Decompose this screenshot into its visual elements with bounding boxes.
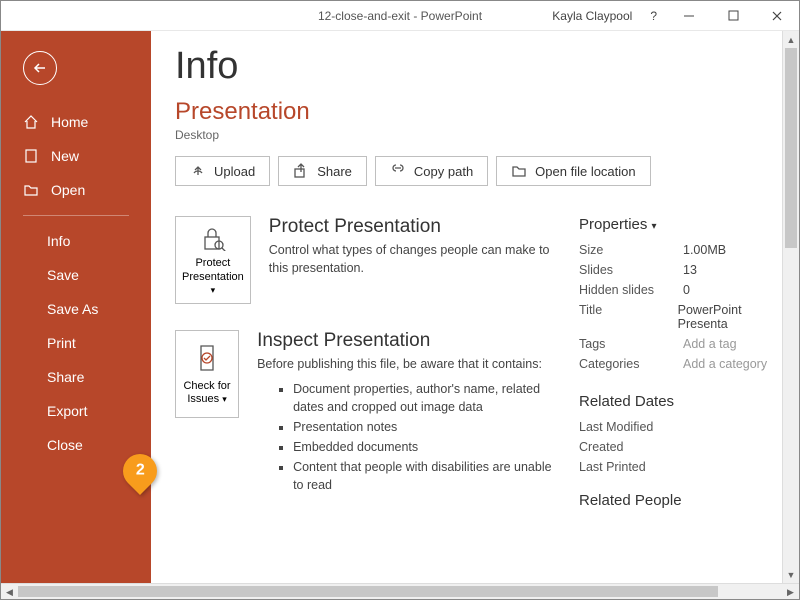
sidebar-item-home[interactable]: Home [1,105,151,139]
protect-presentation-tile[interactable]: Protect Presentation ▾ [175,216,251,304]
link-icon [390,164,406,178]
horizontal-scrollbar[interactable]: ◀ ▶ [1,583,799,599]
sidebar-item-save[interactable]: Save [1,258,151,292]
upload-icon [190,163,206,179]
titlebar: 12-close-and-exit - PowerPoint Kayla Cla… [1,1,799,31]
related-people-heading: Related People [579,492,789,509]
sidebar-separator [23,215,129,216]
lock-search-icon [197,223,229,251]
inspect-bullet: Content that people with disabilities ar… [293,458,555,494]
sidebar-item-save-as[interactable]: Save As [1,292,151,326]
page-title: Info [175,45,799,88]
help-icon[interactable]: ? [650,9,657,23]
close-icon [771,10,783,22]
close-window-button[interactable] [755,1,799,31]
home-icon [23,114,41,130]
inspect-bullet: Document properties, author's name, rela… [293,380,555,416]
date-row: Last Modified [579,420,789,434]
sidebar-item-label: New [51,148,79,164]
scroll-right-button[interactable]: ▶ [782,584,799,600]
related-dates-heading: Related Dates [579,393,789,410]
sidebar-item-share[interactable]: Share [1,360,151,394]
chevron-down-icon: ▾ [211,285,216,295]
inspect-bullet: Presentation notes [293,418,555,436]
folder-icon [511,164,527,178]
sidebar-item-export[interactable]: Export [1,394,151,428]
back-button[interactable] [23,51,57,85]
window-title: 12-close-and-exit - PowerPoint [318,9,482,23]
property-row: CategoriesAdd a category [579,357,789,371]
inspect-bullets: Document properties, author's name, rela… [257,380,555,495]
scroll-up-button[interactable]: ▲ [783,31,799,48]
sidebar-item-open[interactable]: Open [1,173,151,207]
share-icon [293,163,309,179]
protect-description: Control what types of changes people can… [269,242,555,277]
sidebar-item-label: Open [51,182,85,198]
property-row: TitlePowerPoint Presenta [579,303,789,331]
property-row: Slides13 [579,263,789,277]
properties-heading[interactable]: Properties ▾ [579,216,789,233]
property-row: TagsAdd a tag [579,337,789,351]
presentation-location: Desktop [175,128,799,142]
upload-button[interactable]: Upload [175,156,270,186]
open-file-location-button[interactable]: Open file location [496,156,650,186]
sidebar-item-new[interactable]: New [1,139,151,173]
chevron-down-icon: ▾ [652,221,657,232]
scroll-thumb[interactable] [18,586,718,597]
protect-heading: Protect Presentation [269,216,555,238]
minimize-icon [683,10,695,22]
date-row: Last Printed [579,460,789,474]
scroll-left-button[interactable]: ◀ [1,584,18,600]
open-folder-icon [23,182,41,198]
sidebar-item-print[interactable]: Print [1,326,151,360]
properties-panel: Properties ▾ Size1.00MB Slides13 Hidden … [579,216,799,509]
maximize-button[interactable] [711,1,755,31]
scroll-thumb[interactable] [785,48,797,248]
sidebar-item-label: Home [51,114,88,130]
info-panel: Info Presentation Desktop Upload Share C… [151,31,799,583]
inspect-heading: Inspect Presentation [257,330,555,352]
back-arrow-icon [31,59,49,77]
property-row: Size1.00MB [579,243,789,257]
vertical-scrollbar[interactable]: ▲ ▼ [782,31,799,583]
scroll-down-button[interactable]: ▼ [783,566,799,583]
inspect-bullet: Embedded documents [293,438,555,456]
date-row: Created [579,440,789,454]
maximize-icon [728,10,739,21]
new-icon [23,148,41,164]
sidebar-item-info[interactable]: Info [1,224,151,258]
check-for-issues-tile[interactable]: Check for Issues ▾ [175,330,239,418]
minimize-button[interactable] [667,1,711,31]
presentation-name: Presentation [175,98,799,126]
backstage-sidebar: Home New Open Info Save Save As Print Sh… [1,31,151,583]
property-row: Hidden slides0 [579,283,789,297]
document-check-icon [191,342,223,374]
chevron-down-icon: ▾ [222,394,227,404]
user-name[interactable]: Kayla Claypool [552,9,632,23]
inspect-description: Before publishing this file, be aware th… [257,356,555,374]
copy-path-button[interactable]: Copy path [375,156,488,186]
share-button[interactable]: Share [278,156,367,186]
